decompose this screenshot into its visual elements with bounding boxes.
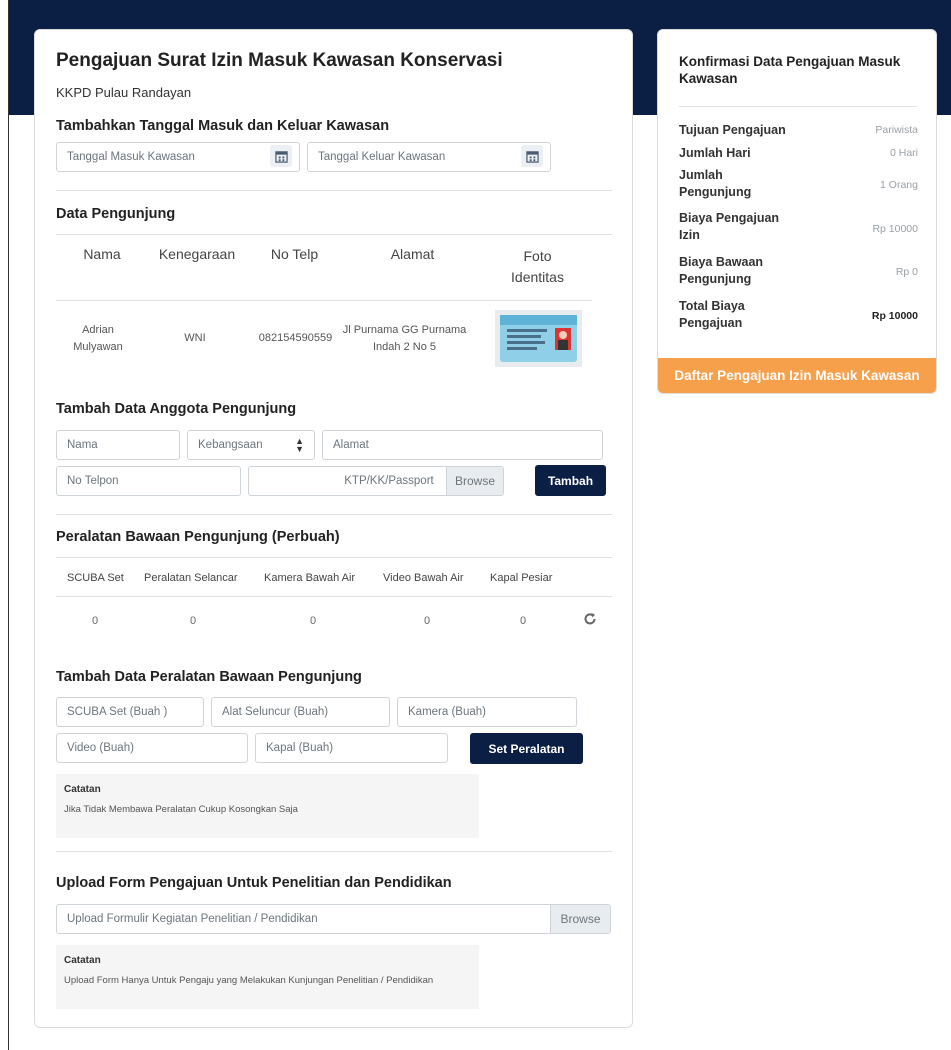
column-header-kenegaraan: Kenegaraan [158,246,236,262]
equipment-heading: Peralatan Bawaan Pengunjung (Perbuah) [56,529,340,545]
summary-value-total: Rp 10000 [871,310,918,322]
research-form-placeholder: Upload Formulir Kegiatan Penelitian / Pe… [67,913,318,925]
column-header-alamat: Alamat [390,246,435,262]
column-header-nama: Nama [83,246,121,262]
column-header-no-telp: No Telp [270,246,319,262]
cell-kenegaraan: WNI [184,332,206,344]
video-input[interactable]: Video (Buah) [56,733,248,763]
research-form-browse-button[interactable]: Browse [550,905,610,933]
application-form-card: Pengajuan Surat Izin Masuk Kawasan Konse… [34,29,633,1028]
equipment-note: Catatan Jika Tidak Membawa Peralatan Cuk… [56,774,479,838]
boat-placeholder: Kapal (Buah) [266,742,334,754]
equipment-value-video: 0 [424,615,431,627]
page-subtitle: KKPD Pulau Randayan [56,85,192,100]
calendar-icon[interactable] [270,145,292,167]
nationality-select[interactable]: Kebangsaan ▲ ▼ [187,430,315,460]
add-member-heading: Tambah Data Anggota Pengunjung [56,401,297,417]
id-browse-button[interactable]: Browse [446,467,503,495]
table-header-border [56,300,592,301]
summary-label-jumlah-hari: Jumlah Hari [679,146,751,160]
camera-input[interactable]: Kamera (Buah) [397,697,577,727]
column-header-foto-identitas: Foto Identitas [511,248,564,285]
scuba-placeholder: SCUBA Set (Buah ) [67,706,168,718]
summary-label-total: Total Biaya Pengajuan [679,299,745,330]
summary-value-tujuan: Pariwista [875,124,918,136]
column-header-kamera: Kamera Bawah Air [264,572,356,584]
summary-label-biaya-bawaan: Biaya Bawaan Pengunjung [679,255,764,286]
summary-value-biaya-izin: Rp 10000 [872,223,918,235]
boat-input[interactable]: Kapal (Buah) [255,733,448,763]
summary-title: Konfirmasi Data Pengajuan Masuk Kawasan [679,54,901,86]
scuba-input[interactable]: SCUBA Set (Buah ) [56,697,204,727]
member-address-placeholder: Alamat [333,439,369,451]
cell-no-telp: 082154590559 [258,332,333,344]
cell-alamat: Jl Purnama GG Purnama Indah 2 No 5 [342,324,467,353]
member-name-input[interactable]: Nama [56,430,180,460]
surf-gear-input[interactable]: Alat Seluncur (Buah) [211,697,390,727]
surf-gear-placeholder: Alat Seluncur (Buah) [222,706,329,718]
table-header-border [56,596,612,597]
table-top-border [56,557,612,558]
equipment-value-kapal: 0 [520,615,527,627]
exit-date-input[interactable]: Tanggal Keluar Kawasan [307,142,551,172]
page-title: Pengajuan Surat Izin Masuk Kawasan Konse… [56,50,503,71]
summary-label-jumlah-pengunjung: Jumlah Pengunjung [679,168,752,199]
equipment-value-scuba: 0 [92,615,99,627]
cell-nama: Adrian Mulyawan [73,324,123,353]
column-header-scuba: SCUBA Set [67,572,124,584]
refresh-icon[interactable] [583,612,597,626]
id-file-input[interactable]: KTP/KK/Passport Browse [248,466,504,496]
member-address-input[interactable]: Alamat [322,430,603,460]
id-file-placeholder: KTP/KK/Passport [344,475,434,487]
summary-value-jumlah-hari: 0 Hari [889,147,918,159]
add-member-button[interactable]: Tambah [535,465,606,496]
member-name-placeholder: Nama [67,439,98,451]
note-title: Catatan [64,784,101,795]
id-card-photo [495,310,582,367]
video-placeholder: Video (Buah) [67,742,134,754]
divider [56,851,612,852]
upload-heading: Upload Form Pengajuan Untuk Penelitian d… [56,875,452,891]
sort-caret-icon: ▲ ▼ [295,436,304,454]
calendar-icon[interactable] [521,145,543,167]
divider [56,190,612,191]
divider [56,514,612,515]
member-phone-placeholder: No Telpon [67,475,119,487]
camera-placeholder: Kamera (Buah) [408,706,486,718]
add-equipment-heading: Tambah Data Peralatan Bawaan Pengunjung [56,669,362,685]
note-text: Upload Form Hanya Untuk Pengaju yang Mel… [64,975,434,986]
note-text: Jika Tidak Membawa Peralatan Cukup Koson… [64,804,298,815]
equipment-value-selancar: 0 [190,615,197,627]
table-top-border [56,234,612,235]
summary-label-biaya-izin: Biaya Pengajuan Izin [679,211,780,242]
column-header-selancar: Peralatan Selancar [144,572,238,584]
entry-date-input[interactable]: Tanggal Masuk Kawasan [56,142,300,172]
equipment-value-kamera: 0 [310,615,317,627]
submit-application-button[interactable]: Daftar Pengajuan Izin Masuk Kawasan [658,358,936,393]
summary-card: Konfirmasi Data Pengajuan Masuk Kawasan … [657,29,937,394]
upload-note: Catatan Upload Form Hanya Untuk Pengaju … [56,945,479,1009]
research-form-file-input[interactable]: Upload Formulir Kegiatan Penelitian / Pe… [56,904,611,934]
member-phone-input[interactable]: No Telpon [56,466,241,496]
nationality-selected: Kebangsaan [198,439,263,451]
exit-date-placeholder: Tanggal Keluar Kawasan [318,151,446,163]
left-border-line [8,0,9,1050]
note-title: Catatan [64,955,101,966]
summary-value-jumlah-pengunjung: 1 Orang [880,179,918,191]
column-header-video: Video Bawah Air [383,572,464,584]
dates-heading: Tambahkan Tanggal Masuk dan Keluar Kawas… [56,118,390,134]
column-header-kapal: Kapal Pesiar [490,572,553,584]
divider [679,106,917,107]
entry-date-placeholder: Tanggal Masuk Kawasan [67,151,195,163]
summary-value-biaya-bawaan: Rp 0 [895,266,918,278]
summary-label-tujuan: Tujuan Pengajuan [679,123,786,137]
set-equipment-button[interactable]: Set Peralatan [470,733,583,764]
visitors-heading: Data Pengunjung [56,206,176,222]
